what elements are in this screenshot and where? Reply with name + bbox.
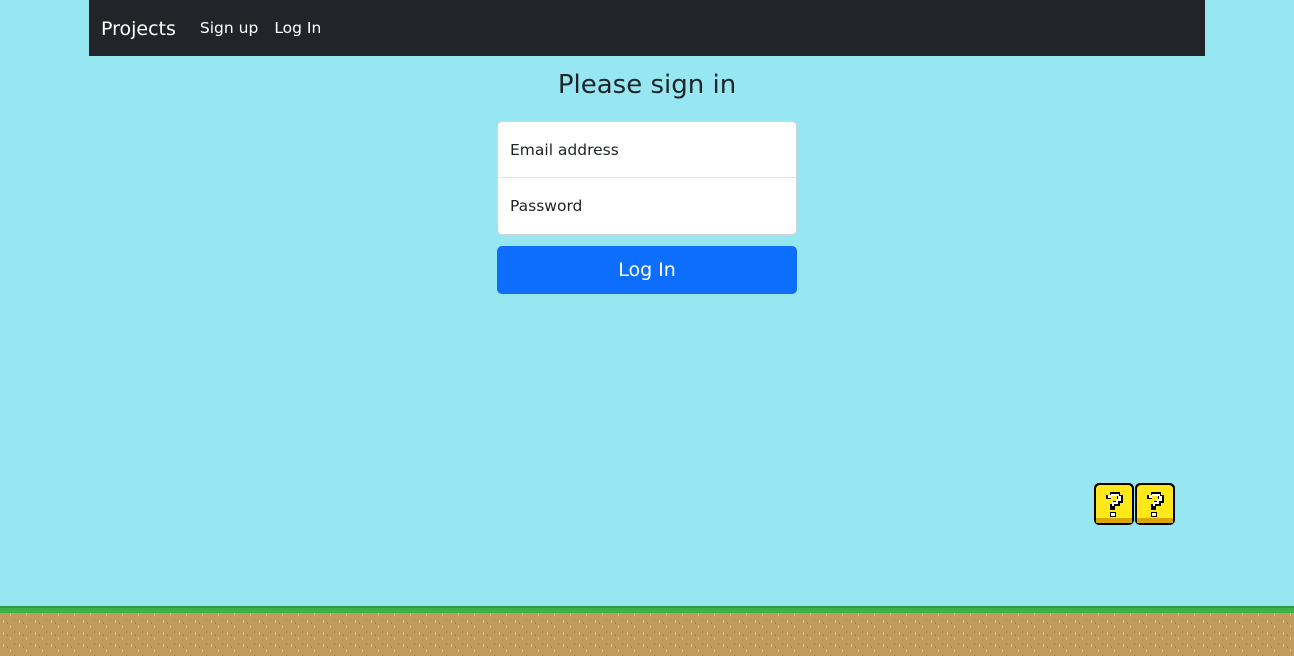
page-title: Please sign in [557, 70, 737, 100]
log-in-button[interactable]: Log In [497, 246, 797, 294]
nav-link-log-in[interactable]: Log In [274, 19, 321, 37]
navbar: Projects Sign up Log In [89, 0, 1205, 56]
sign-in-form: Log In [497, 121, 797, 294]
question-block-icon [1135, 483, 1175, 525]
nav-link-sign-up[interactable]: Sign up [200, 19, 258, 37]
email-field[interactable] [497, 121, 797, 178]
password-field[interactable] [497, 178, 797, 235]
question-block-icon [1094, 483, 1134, 525]
brand-link[interactable]: Projects [101, 18, 176, 40]
ground-decoration [0, 606, 1294, 656]
